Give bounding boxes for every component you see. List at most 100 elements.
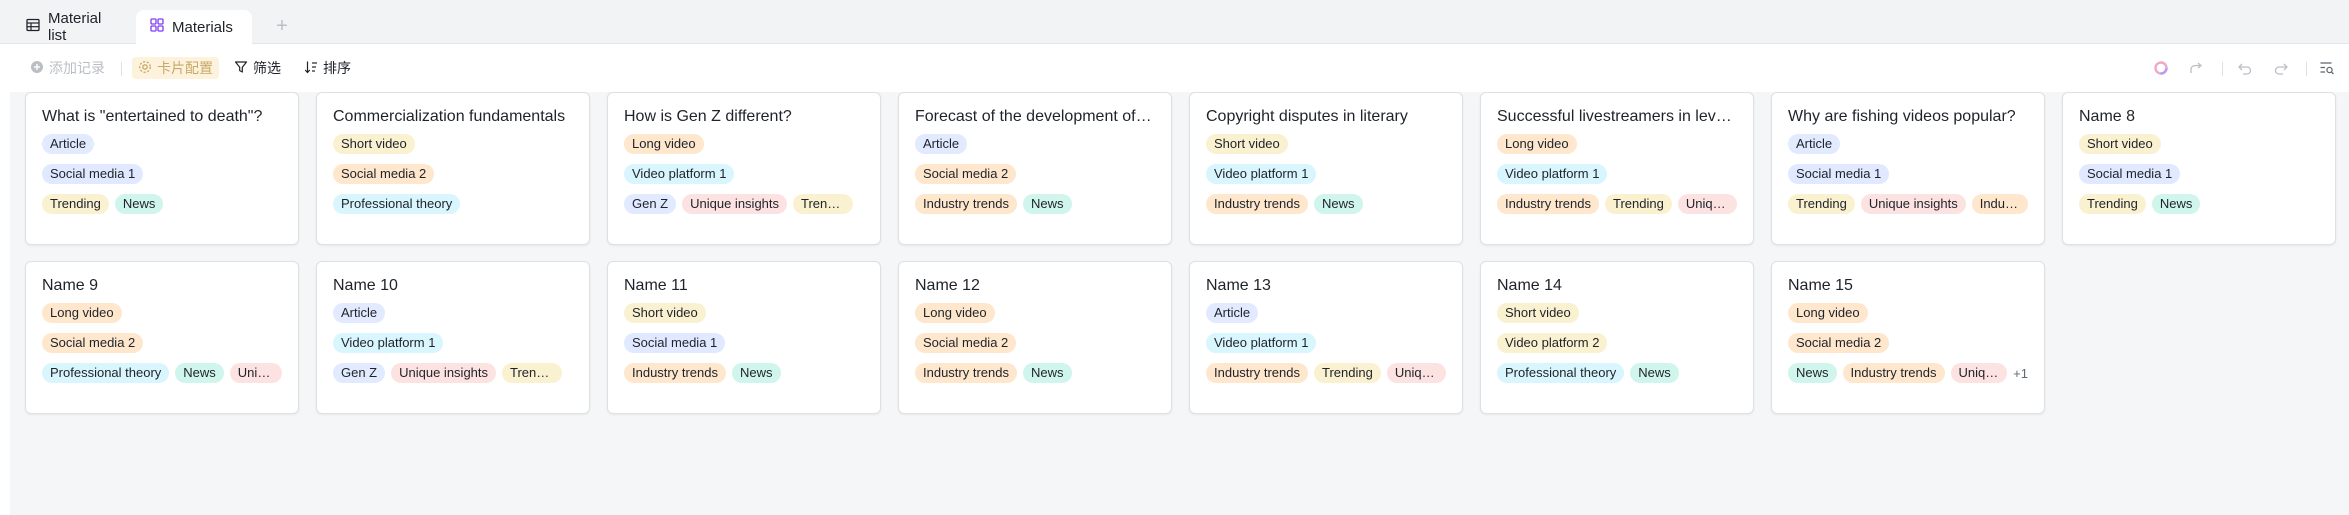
- gallery-card[interactable]: Name 14 Short video Video platform 2 Profes…: [1480, 261, 1754, 414]
- view-tab-bar: Material list Materials +: [0, 0, 2349, 44]
- ai-assistant-icon[interactable]: [2150, 57, 2172, 79]
- tag: Professional theory: [1497, 363, 1625, 383]
- gallery-card[interactable]: Name 15 Long video Social media 2 News Indus…: [1771, 261, 2045, 414]
- tag: Video platform 1: [333, 333, 444, 353]
- gallery-card[interactable]: Name 13 Article Video platform 1 Industry t…: [1189, 261, 1463, 414]
- tag: Trending: [502, 363, 563, 383]
- card-field-tags: Gen Z Unique insights Trending: [624, 194, 864, 214]
- card-config-button[interactable]: 卡片配置: [132, 57, 219, 79]
- card-field-type: Long video: [1497, 134, 1737, 154]
- gallery-card[interactable]: Name 10 Article Video platform 1 Gen Z Uniqu…: [316, 261, 590, 414]
- undo-icon[interactable]: [2234, 57, 2256, 79]
- card-title: Name 9: [42, 277, 99, 294]
- card-title: Name 11: [624, 277, 688, 294]
- filter-button[interactable]: 筛选: [230, 57, 285, 79]
- share-icon[interactable]: [2186, 57, 2208, 79]
- gallery-card[interactable]: How is Gen Z different? Long video Video p…: [607, 92, 881, 245]
- tag: Unique insights: [391, 363, 497, 383]
- gallery-card[interactable]: Successful livestreamers in level one ci…: [1480, 92, 1754, 245]
- tag: Video platform 1: [1497, 164, 1608, 184]
- gallery-card[interactable]: Name 9 Long video Social media 2 Profession…: [25, 261, 299, 414]
- gallery-card[interactable]: Why are fishing videos popular? Article So…: [1771, 92, 2045, 245]
- tag: News: [175, 363, 224, 383]
- card-title: Name 14: [1497, 277, 1562, 294]
- tab-materials[interactable]: Materials: [136, 10, 252, 44]
- add-view-button[interactable]: +: [270, 14, 294, 38]
- card-field-tags: NewsIndustry trendsUnique insights +1: [1788, 363, 2028, 383]
- card-field-platform: Video platform 1: [1206, 164, 1446, 184]
- card-field-tags: Trending News: [2079, 194, 2319, 214]
- tag: Trending: [42, 194, 109, 214]
- tag: Article: [1206, 303, 1259, 323]
- tag: Unique insights: [682, 194, 788, 214]
- card-field-type: Short video: [1497, 303, 1737, 323]
- plus-circle-icon: [30, 60, 44, 77]
- search-list-icon[interactable]: [2316, 57, 2338, 79]
- card-field-type: Article: [333, 303, 573, 323]
- card-field-platform: Video platform 2: [1497, 333, 1737, 353]
- tag: Industry trends: [1971, 194, 2028, 214]
- gallery-card[interactable]: Name 12 Long video Social media 2 Industry …: [898, 261, 1172, 414]
- gallery-card[interactable]: Forecast of the development of the short…: [898, 92, 1172, 245]
- card-title: Copyright disputes in literary: [1206, 108, 1408, 125]
- tag: Unique insights: [1950, 363, 2008, 383]
- plus-icon: +: [276, 14, 288, 37]
- gallery-card[interactable]: Name 11 Short video Social media 1 Industry…: [607, 261, 881, 414]
- card-field-type: Long video: [42, 303, 282, 323]
- tag: Social media 2: [915, 333, 1017, 353]
- tag: Trending: [1314, 363, 1381, 383]
- tag: News: [1630, 363, 1679, 383]
- card-field-tags: Professional theory: [333, 194, 573, 214]
- card-field-tags: Gen Z Unique insights Trending: [333, 363, 573, 383]
- gallery-card[interactable]: Copyright disputes in literary Short vide…: [1189, 92, 1463, 245]
- table-icon: [26, 18, 40, 36]
- tag: Article: [1788, 134, 1841, 154]
- card-title: Why are fishing videos popular?: [1788, 108, 2016, 125]
- tag: Video platform 1: [1206, 333, 1317, 353]
- tag: Social media 1: [2079, 164, 2181, 184]
- tag: Unique insights: [229, 363, 282, 383]
- card-title: Name 10: [333, 277, 398, 294]
- card-field-platform: Social media 2: [915, 333, 1155, 353]
- tag: Social media 2: [42, 333, 144, 353]
- sort-button[interactable]: 排序: [300, 57, 355, 79]
- redo-icon[interactable]: [2270, 57, 2292, 79]
- card-field-platform: Social media 1: [42, 164, 282, 184]
- card-field-tags: Industry trends News: [915, 194, 1155, 214]
- tag: Short video: [624, 303, 706, 323]
- gallery-card[interactable]: Name 8 Short video Social media 1 Trending N…: [2062, 92, 2336, 245]
- card-field-tags: Industry trends News: [624, 363, 864, 383]
- tag: News: [1314, 194, 1363, 214]
- card-title: Commercialization fundamentals: [333, 108, 566, 125]
- card-field-type: Article: [1206, 303, 1446, 323]
- tab-material-list[interactable]: Material list: [12, 10, 136, 44]
- card-title: Successful livestreamers in level one ci…: [1497, 108, 1737, 125]
- card-field-platform: Social media 1: [1788, 164, 2028, 184]
- tag: Industry trends: [1497, 194, 1599, 214]
- tag: Article: [915, 134, 968, 154]
- add-record-button[interactable]: 添加记录: [26, 57, 109, 79]
- more-tags-count[interactable]: +1: [2013, 366, 2028, 381]
- add-record-label: 添加记录: [49, 60, 105, 76]
- card-title: Forecast of the development of the short…: [915, 108, 1155, 125]
- gallery-card[interactable]: What is "entertained to death"? Article So…: [25, 92, 299, 245]
- card-field-tags: Professional theoryNewsUnique insights: [42, 363, 282, 383]
- toolbar-divider: [2222, 62, 2223, 76]
- tab-label: Materials: [172, 18, 233, 36]
- sort-label: 排序: [323, 60, 351, 76]
- tag: Trending: [1605, 194, 1672, 214]
- tag: Long video: [42, 303, 122, 323]
- tag: Unique insights: [1677, 194, 1737, 214]
- card-field-type: Long video: [915, 303, 1155, 323]
- card-field-platform: Video platform 1: [333, 333, 573, 353]
- tag: Trending: [2079, 194, 2146, 214]
- card-field-platform: Social media 2: [333, 164, 573, 184]
- tag: Long video: [1497, 134, 1577, 154]
- card-field-type: Short video: [1206, 134, 1446, 154]
- tag: Industry trends: [1842, 363, 1945, 383]
- card-field-tags: Industry trends TrendingUnique insights: [1497, 194, 1737, 214]
- gallery-card[interactable]: Commercialization fundamentals Short vide…: [316, 92, 590, 245]
- card-field-type: Article: [915, 134, 1155, 154]
- card-field-platform: Video platform 1: [1497, 164, 1737, 184]
- tag: Industry trends: [1206, 194, 1308, 214]
